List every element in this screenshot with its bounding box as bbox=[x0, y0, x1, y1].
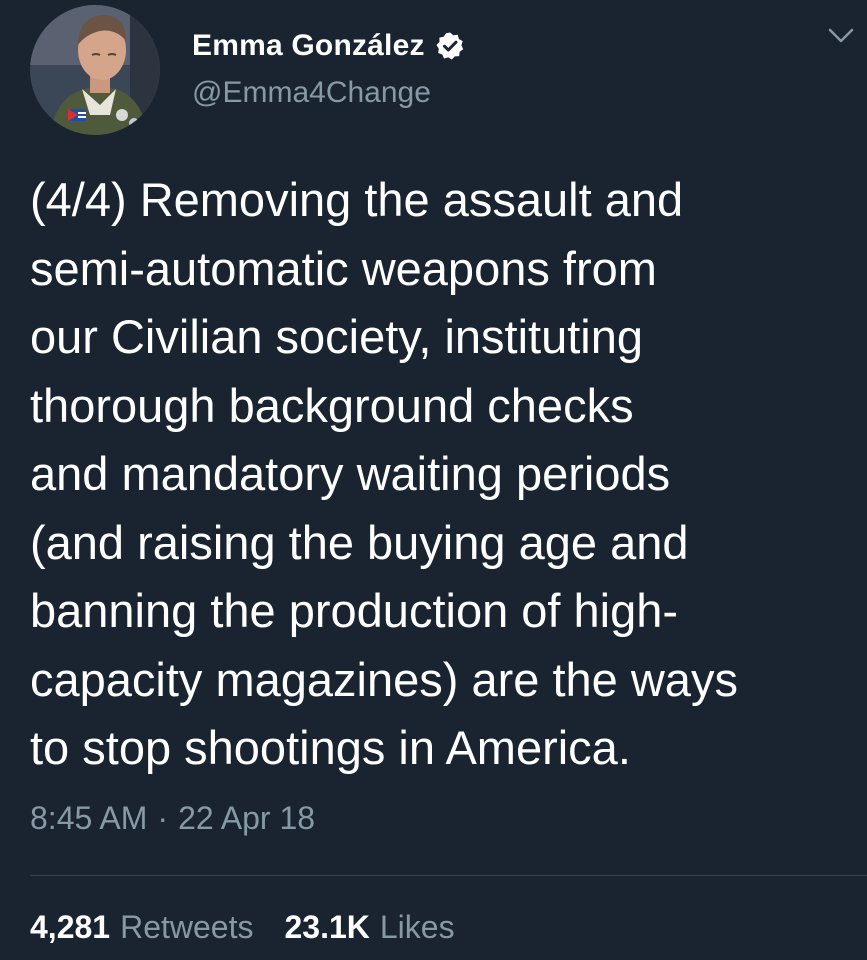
timestamp-separator: · bbox=[157, 800, 169, 836]
tweet-time: 8:45 AM bbox=[30, 800, 148, 836]
retweets-stat[interactable]: 4,281 Retweets bbox=[30, 909, 253, 946]
tweet-text-line: semi-automatic weapons from bbox=[30, 241, 657, 295]
tweet-text-line: (and raising the buying age and bbox=[30, 515, 689, 569]
tweet-text-line: (4/4) Removing the assault and bbox=[30, 173, 684, 226]
tweet-text-line: and mandatory waiting periods bbox=[30, 447, 671, 500]
likes-stat[interactable]: 23.1K Likes bbox=[284, 909, 454, 946]
tweet-timestamp[interactable]: 8:45 AM · 22 Apr 18 bbox=[30, 800, 315, 837]
avatar[interactable] bbox=[30, 5, 160, 135]
tweet-stats: 4,281 Retweets 23.1K Likes bbox=[30, 909, 455, 946]
author-handle[interactable]: @Emma4Change bbox=[192, 76, 431, 110]
avatar-photo bbox=[30, 5, 160, 135]
verified-badge-icon bbox=[435, 31, 465, 61]
chevron-down-icon[interactable] bbox=[826, 24, 856, 48]
likes-label: Likes bbox=[379, 909, 455, 945]
tweet-text-line: to stop shootings in America. bbox=[30, 721, 631, 774]
tweet-text-line: thorough background checks bbox=[30, 378, 634, 432]
author-display-name[interactable]: Emma González bbox=[192, 29, 425, 63]
tweet-text: (4/4) Removing the assault and semi-auto… bbox=[30, 166, 860, 783]
tweet-text-line: banning the production of high- bbox=[30, 584, 679, 637]
tweet-text-line: our Civilian society, instituting bbox=[30, 310, 643, 363]
retweets-label: Retweets bbox=[120, 909, 254, 945]
tweet-card: Emma González @Emma4Change (4/4) Removin… bbox=[0, 0, 867, 960]
tweet-text-line: capacity magazines) are the ways bbox=[30, 652, 738, 706]
tweet-date: 22 Apr 18 bbox=[178, 800, 316, 836]
author-name-row[interactable]: Emma González bbox=[192, 26, 465, 66]
retweets-count: 4,281 bbox=[30, 909, 111, 945]
likes-count: 23.1K bbox=[284, 909, 370, 945]
divider bbox=[30, 875, 867, 876]
